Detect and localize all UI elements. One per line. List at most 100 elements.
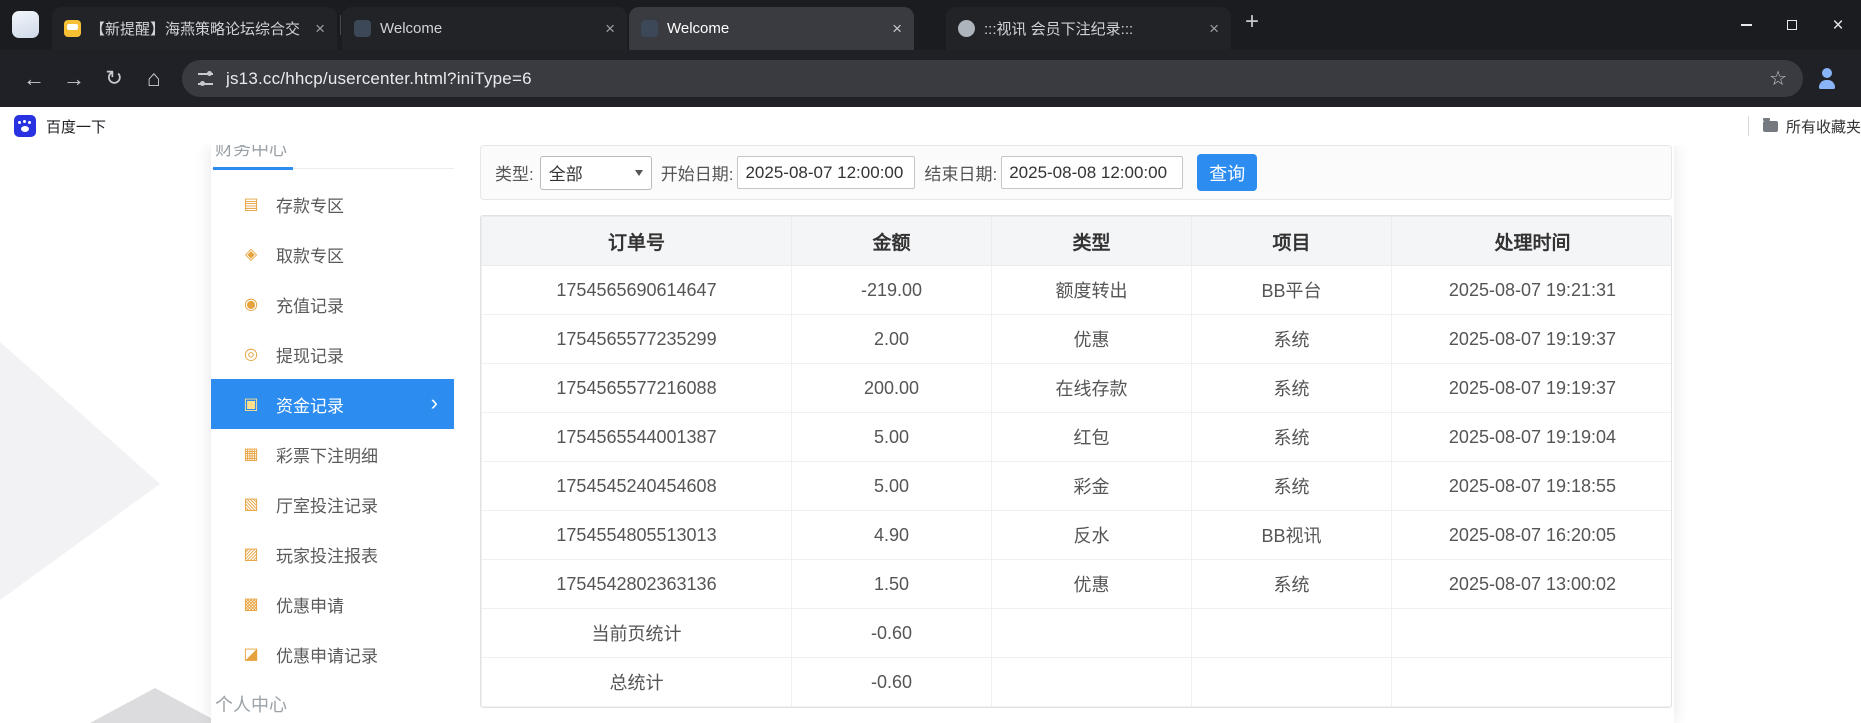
sidebar-item-lottery-bet-details[interactable]: ▦ 彩票下注明细 [211, 429, 454, 479]
sidebar: 财务中心 ▤ 存款专区 ◈ 取款专区 ◉ 充值记录 ◎ 提现记录 ▣ 资金记录 … [211, 145, 454, 723]
cell-project: 系统 [1191, 363, 1392, 413]
bookmarks-divider [1747, 116, 1749, 136]
sidebar-item-label: 彩票下注明细 [276, 446, 378, 466]
baidu-logo-icon [14, 115, 36, 137]
type-select[interactable]: 全部 [539, 155, 652, 190]
cell-grand-total-label: 总统计 [481, 657, 792, 707]
site-info-icon[interactable] [198, 71, 214, 86]
cell-amount: 2.00 [791, 314, 992, 364]
cell-project: BB平台 [1191, 265, 1392, 315]
table-row: 1754554805513013 4.90 反水 BB视讯 2025-08-07… [481, 510, 1671, 560]
tab-close-icon[interactable]: × [601, 19, 619, 39]
avatar-head [1822, 67, 1832, 78]
end-date-input[interactable] [1001, 156, 1184, 189]
room-bet-records-icon: ▧ [243, 496, 259, 513]
tab-title: Welcome [667, 20, 730, 37]
cell-order-id: 1754565577216088 [481, 363, 792, 413]
reload-button[interactable]: ↻ [94, 59, 134, 99]
sidebar-item-promo-apply-records[interactable]: ◪ 优惠申请记录 [211, 629, 454, 679]
cell-process-time: 2025-08-07 19:19:37 [1391, 314, 1671, 364]
sidebar-menu: ▤ 存款专区 ◈ 取款专区 ◉ 充值记录 ◎ 提现记录 ▣ 资金记录 › ▦ 彩… [211, 179, 454, 679]
sidebar-item-label: 提现记录 [276, 346, 344, 366]
sidebar-item-withdrawal-records[interactable]: ◎ 提现记录 [211, 329, 454, 379]
start-date-input[interactable] [737, 156, 916, 189]
sidebar-item-label: 优惠申请 [276, 596, 344, 616]
window-controls: × [1723, 0, 1861, 50]
cell-project: 系统 [1191, 412, 1392, 462]
globe-favicon-icon [958, 20, 975, 37]
withdraw-zone-icon: ◈ [244, 246, 258, 263]
col-header-process-time: 处理时间 [1391, 216, 1671, 266]
cell-amount: 5.00 [791, 461, 992, 511]
sidebar-section-personal-center[interactable]: 个人中心 [211, 691, 454, 717]
tab-title: Welcome [380, 20, 443, 37]
sidebar-item-recharge-records[interactable]: ◉ 充值记录 [211, 279, 454, 329]
all-bookmarks-button[interactable]: 所有收藏夹 [1786, 116, 1861, 137]
browser-workspace-icon[interactable] [12, 11, 39, 38]
section-title[interactable]: 财务中心 [213, 145, 293, 170]
close-window-button[interactable]: × [1815, 0, 1861, 50]
forward-button[interactable]: → [54, 59, 94, 99]
all-bookmarks-folder-icon [1762, 117, 1778, 132]
tab-welcome-1[interactable]: Welcome × [342, 7, 627, 50]
maximize-button[interactable] [1769, 0, 1815, 50]
address-bar[interactable]: js13.cc/hhcp/usercenter.html?iniType=6 ☆ [182, 60, 1803, 97]
site-favicon-icon [641, 20, 658, 37]
tab-close-icon[interactable]: × [311, 19, 329, 39]
cell-type: 优惠 [991, 559, 1192, 609]
tab-close-icon[interactable]: × [888, 19, 906, 39]
tab-separator [340, 15, 341, 35]
cell-page-total-label: 当前页统计 [481, 608, 792, 658]
sidebar-item-withdraw-zone[interactable]: ◈ 取款专区 [211, 229, 454, 279]
withdrawal-records-icon: ◎ [244, 346, 258, 363]
sidebar-item-label: 充值记录 [276, 296, 344, 316]
cell-project: BB视讯 [1191, 510, 1392, 560]
url-text[interactable]: js13.cc/hhcp/usercenter.html?iniType=6 [226, 69, 1759, 89]
sidebar-item-label: 存款专区 [276, 196, 344, 216]
home-button[interactable]: ⌂ [134, 59, 174, 99]
cell-amount: -219.00 [791, 265, 992, 315]
table-row: 1754545240454608 5.00 彩金 系统 2025-08-07 1… [481, 461, 1671, 511]
cell-type: 在线存款 [991, 363, 1192, 413]
tab-video-bet-records[interactable]: :::视讯 会员下注纪录::: × [946, 7, 1231, 50]
filter-bar: 类型: 全部 开始日期: 结束日期: 查询 [480, 145, 1672, 200]
cell-process-time: 2025-08-07 13:00:02 [1391, 559, 1671, 609]
minimize-button[interactable] [1723, 0, 1769, 50]
usercenter-container: 财务中心 ▤ 存款专区 ◈ 取款专区 ◉ 充值记录 ◎ 提现记录 ▣ 资金记录 … [211, 145, 1674, 723]
col-header-order-id: 订单号 [481, 216, 792, 266]
sidebar-item-room-bet-records[interactable]: ▧ 厅室投注记录 [211, 479, 454, 529]
cell-amount: 1.50 [791, 559, 992, 609]
table-row: 1754542802363136 1.50 优惠 系统 2025-08-07 1… [481, 559, 1671, 609]
col-header-type: 类型 [991, 216, 1192, 266]
type-select-value: 全部 [548, 165, 583, 184]
profile-avatar-icon[interactable] [1813, 65, 1841, 93]
table-row: 1754565577235299 2.00 优惠 系统 2025-08-07 1… [481, 314, 1671, 364]
chevron-right-icon: › [430, 389, 438, 415]
table-row-grand-total: 总统计 -0.60 [481, 657, 1671, 707]
sidebar-item-label: 优惠申请记录 [276, 646, 378, 666]
cell-order-id: 1754565577235299 [481, 314, 792, 364]
cell-type: 额度转出 [991, 265, 1192, 315]
back-button[interactable]: ← [14, 59, 54, 99]
sidebar-item-deposit-zone[interactable]: ▤ 存款专区 [211, 179, 454, 229]
cell-empty [1191, 608, 1392, 658]
query-button[interactable]: 查询 [1197, 154, 1258, 191]
table-row: 1754565577216088 200.00 在线存款 系统 2025-08-… [481, 363, 1671, 413]
cell-empty [991, 608, 1192, 658]
new-tab-button[interactable]: + [1233, 10, 1271, 34]
cell-amount: 4.90 [791, 510, 992, 560]
cell-project: 系统 [1191, 314, 1392, 364]
fund-records-icon: ▣ [243, 396, 259, 413]
close-icon: × [1832, 14, 1844, 36]
player-bet-report-icon: ▨ [243, 546, 259, 563]
sidebar-item-player-bet-report[interactable]: ▨ 玩家投注报表 [211, 529, 454, 579]
tab-forum-notice[interactable]: 【新提醒】海燕策略论坛综合交 × [52, 7, 337, 50]
tab-close-icon[interactable]: × [1205, 19, 1223, 39]
bookmark-baidu[interactable]: 百度一下 [14, 115, 106, 137]
sidebar-item-fund-records[interactable]: ▣ 资金记录 › [211, 379, 454, 429]
sidebar-item-promo-apply[interactable]: ▩ 优惠申请 [211, 579, 454, 629]
type-label: 类型: [495, 165, 534, 184]
bookmark-star-icon[interactable]: ☆ [1769, 66, 1787, 91]
cell-order-id: 1754565690614647 [481, 265, 792, 315]
tab-welcome-2-active[interactable]: Welcome × [629, 7, 914, 50]
